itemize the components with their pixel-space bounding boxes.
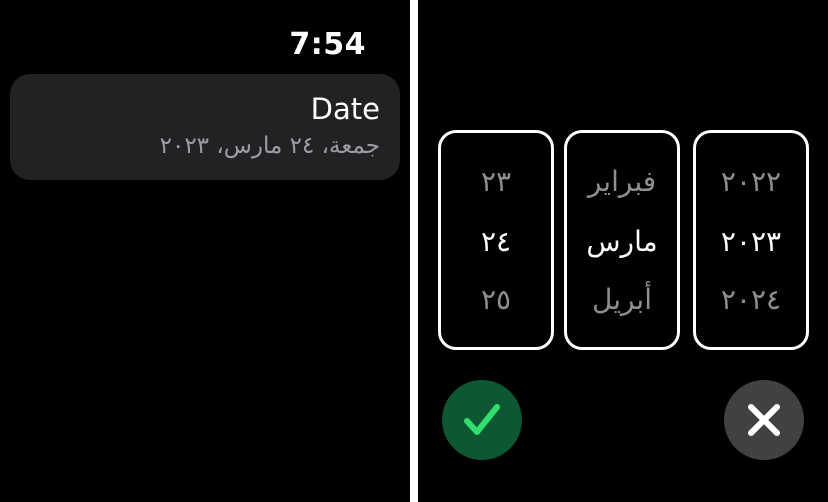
day-option-above[interactable]: ٢٣	[441, 165, 551, 199]
cancel-button[interactable]	[724, 380, 804, 460]
year-option-below[interactable]: ٢٠٢٤	[696, 283, 806, 317]
watch-screen-list: 7:54 Date جمعة، ٢٤ مارس، ٢٠٢٣	[0, 0, 410, 502]
month-option-selected[interactable]: مارس	[567, 225, 677, 259]
date-cell-value: جمعة، ٢٤ مارس، ٢٠٢٣	[159, 133, 380, 159]
status-time: 7:54	[289, 27, 366, 62]
confirm-button[interactable]	[442, 380, 522, 460]
watch-screen-date-picker: ٢٣ ٢٤ ٢٥ فبراير مارس أبريل ٢٠٢٢ ٢٠٢٣ ٢٠٢…	[418, 0, 828, 502]
month-picker-wheel[interactable]: فبراير مارس أبريل	[564, 130, 680, 350]
date-cell[interactable]: Date جمعة، ٢٤ مارس، ٢٠٢٣	[10, 74, 400, 180]
xmark-icon	[748, 404, 780, 436]
year-option-selected[interactable]: ٢٠٢٣	[696, 225, 806, 259]
screen-divider	[410, 0, 418, 502]
day-option-selected[interactable]: ٢٤	[441, 225, 551, 259]
day-picker-wheel[interactable]: ٢٣ ٢٤ ٢٥	[438, 130, 554, 350]
day-option-below[interactable]: ٢٥	[441, 283, 551, 317]
month-option-below[interactable]: أبريل	[567, 283, 677, 317]
year-picker-wheel[interactable]: ٢٠٢٢ ٢٠٢٣ ٢٠٢٤	[693, 130, 809, 350]
year-option-above[interactable]: ٢٠٢٢	[696, 165, 806, 199]
month-option-above[interactable]: فبراير	[567, 165, 677, 199]
date-cell-title: Date	[310, 92, 380, 126]
checkmark-icon	[464, 404, 500, 435]
